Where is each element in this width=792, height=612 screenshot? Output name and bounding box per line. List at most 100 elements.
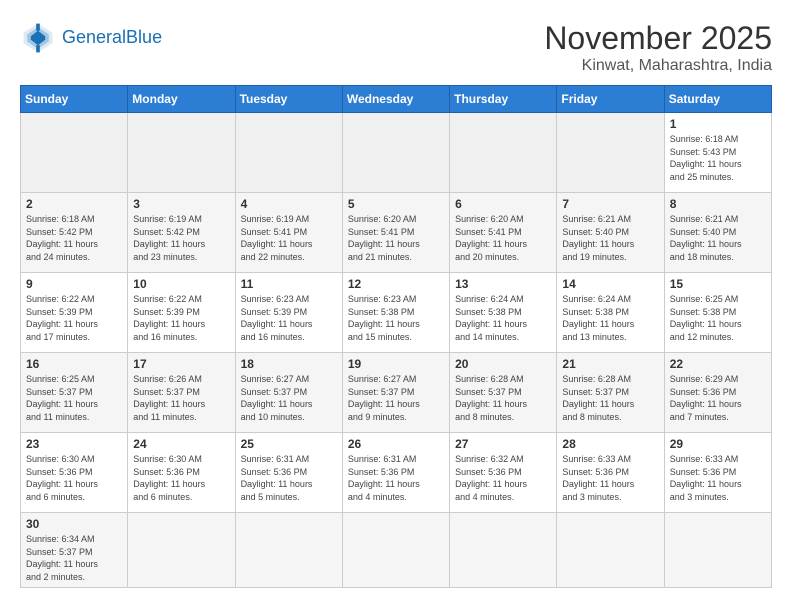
calendar-cell [128, 113, 235, 193]
calendar-cell [342, 113, 449, 193]
day-info: Sunrise: 6:31 AM Sunset: 5:36 PM Dayligh… [348, 453, 444, 503]
day-info: Sunrise: 6:32 AM Sunset: 5:36 PM Dayligh… [455, 453, 551, 503]
day-info: Sunrise: 6:24 AM Sunset: 5:38 PM Dayligh… [455, 293, 551, 343]
logo-blue: Blue [126, 27, 162, 47]
day-number: 3 [133, 197, 229, 211]
day-number: 20 [455, 357, 551, 371]
calendar-cell: 22Sunrise: 6:29 AM Sunset: 5:36 PM Dayli… [664, 353, 771, 433]
calendar-cell: 17Sunrise: 6:26 AM Sunset: 5:37 PM Dayli… [128, 353, 235, 433]
calendar-cell [450, 113, 557, 193]
day-info: Sunrise: 6:30 AM Sunset: 5:36 PM Dayligh… [26, 453, 122, 503]
calendar-cell [664, 513, 771, 588]
page-header: GeneralBlue November 2025 Kinwat, Mahara… [20, 20, 772, 75]
logo-text: GeneralBlue [62, 28, 162, 48]
day-number: 30 [26, 517, 122, 531]
calendar-cell: 1 Sunrise: 6:18 AM Sunset: 5:43 PM Daylig… [664, 113, 771, 193]
day-number: 22 [670, 357, 766, 371]
day-info: Sunrise: 6:27 AM Sunset: 5:37 PM Dayligh… [241, 373, 337, 423]
day-info: Sunrise: 6:21 AM Sunset: 5:40 PM Dayligh… [562, 213, 658, 263]
day-number: 26 [348, 437, 444, 451]
day-info: Sunrise: 6:23 AM Sunset: 5:39 PM Dayligh… [241, 293, 337, 343]
calendar-cell: 2 Sunrise: 6:18 AM Sunset: 5:42 PM Daylig… [21, 193, 128, 273]
calendar-cell: 4Sunrise: 6:19 AM Sunset: 5:41 PM Daylig… [235, 193, 342, 273]
calendar-cell [342, 513, 449, 588]
calendar-cell [21, 113, 128, 193]
day-number: 21 [562, 357, 658, 371]
day-info: Sunrise: 6:26 AM Sunset: 5:37 PM Dayligh… [133, 373, 229, 423]
week-row-0: 1 Sunrise: 6:18 AM Sunset: 5:43 PM Daylig… [21, 113, 772, 193]
calendar-cell [557, 513, 664, 588]
calendar-cell [450, 513, 557, 588]
day-number: 18 [241, 357, 337, 371]
calendar-cell [235, 113, 342, 193]
day-header-wednesday: Wednesday [342, 86, 449, 113]
day-info: Sunrise: 6:30 AM Sunset: 5:36 PM Dayligh… [133, 453, 229, 503]
day-info: Sunrise: 6:20 AM Sunset: 5:41 PM Dayligh… [348, 213, 444, 263]
day-info: Sunrise: 6:33 AM Sunset: 5:36 PM Dayligh… [562, 453, 658, 503]
location: Kinwat, Maharashtra, India [544, 57, 772, 75]
calendar-cell: 19Sunrise: 6:27 AM Sunset: 5:37 PM Dayli… [342, 353, 449, 433]
week-row-3: 16Sunrise: 6:25 AM Sunset: 5:37 PM Dayli… [21, 353, 772, 433]
day-info: Sunrise: 6:18 AM Sunset: 5:43 PM Dayligh… [670, 133, 766, 183]
day-number: 2 [26, 197, 122, 211]
calendar-cell: 25 Sunrise: 6:31 AM Sunset: 5:36 PM Dayli… [235, 433, 342, 513]
day-number: 28 [562, 437, 658, 451]
calendar-cell: 13 Sunrise: 6:24 AM Sunset: 5:38 PM Dayli… [450, 273, 557, 353]
calendar-cell: 24 Sunrise: 6:30 AM Sunset: 5:36 PM Dayli… [128, 433, 235, 513]
day-number: 12 [348, 277, 444, 291]
calendar-cell: 7Sunrise: 6:21 AM Sunset: 5:40 PM Daylig… [557, 193, 664, 273]
calendar-body: 1 Sunrise: 6:18 AM Sunset: 5:43 PM Daylig… [21, 113, 772, 588]
calendar-cell: 27Sunrise: 6:32 AM Sunset: 5:36 PM Dayli… [450, 433, 557, 513]
day-header-saturday: Saturday [664, 86, 771, 113]
logo-icon [20, 20, 56, 56]
day-number: 25 [241, 437, 337, 451]
day-info: Sunrise: 6:27 AM Sunset: 5:37 PM Dayligh… [348, 373, 444, 423]
calendar-cell: 12 Sunrise: 6:23 AM Sunset: 5:38 PM Dayli… [342, 273, 449, 353]
days-header-row: SundayMondayTuesdayWednesdayThursdayFrid… [21, 86, 772, 113]
day-info: Sunrise: 6:22 AM Sunset: 5:39 PM Dayligh… [26, 293, 122, 343]
calendar-cell: 5Sunrise: 6:20 AM Sunset: 5:41 PM Daylig… [342, 193, 449, 273]
logo: GeneralBlue [20, 20, 162, 56]
calendar-cell: 29Sunrise: 6:33 AM Sunset: 5:36 PM Dayli… [664, 433, 771, 513]
calendar-header: SundayMondayTuesdayWednesdayThursdayFrid… [21, 86, 772, 113]
day-header-monday: Monday [128, 86, 235, 113]
week-row-1: 2 Sunrise: 6:18 AM Sunset: 5:42 PM Daylig… [21, 193, 772, 273]
calendar-table: SundayMondayTuesdayWednesdayThursdayFrid… [20, 85, 772, 588]
day-info: Sunrise: 6:28 AM Sunset: 5:37 PM Dayligh… [455, 373, 551, 423]
calendar-cell: 11Sunrise: 6:23 AM Sunset: 5:39 PM Dayli… [235, 273, 342, 353]
calendar-cell: 8Sunrise: 6:21 AM Sunset: 5:40 PM Daylig… [664, 193, 771, 273]
calendar-cell: 30 Sunrise: 6:34 AM Sunset: 5:37 PM Dayli… [21, 513, 128, 588]
day-info: Sunrise: 6:23 AM Sunset: 5:38 PM Dayligh… [348, 293, 444, 343]
day-number: 4 [241, 197, 337, 211]
day-number: 9 [26, 277, 122, 291]
day-info: Sunrise: 6:20 AM Sunset: 5:41 PM Dayligh… [455, 213, 551, 263]
calendar-cell: 10Sunrise: 6:22 AM Sunset: 5:39 PM Dayli… [128, 273, 235, 353]
day-info: Sunrise: 6:18 AM Sunset: 5:42 PM Dayligh… [26, 213, 122, 263]
day-number: 13 [455, 277, 551, 291]
day-info: Sunrise: 6:25 AM Sunset: 5:37 PM Dayligh… [26, 373, 122, 423]
day-info: Sunrise: 6:28 AM Sunset: 5:37 PM Dayligh… [562, 373, 658, 423]
day-info: Sunrise: 6:31 AM Sunset: 5:36 PM Dayligh… [241, 453, 337, 503]
calendar-cell: 23 Sunrise: 6:30 AM Sunset: 5:36 PM Dayli… [21, 433, 128, 513]
day-info: Sunrise: 6:33 AM Sunset: 5:36 PM Dayligh… [670, 453, 766, 503]
day-number: 23 [26, 437, 122, 451]
day-info: Sunrise: 6:19 AM Sunset: 5:42 PM Dayligh… [133, 213, 229, 263]
day-number: 24 [133, 437, 229, 451]
calendar-cell: 28 Sunrise: 6:33 AM Sunset: 5:36 PM Dayli… [557, 433, 664, 513]
calendar-cell: 26 Sunrise: 6:31 AM Sunset: 5:36 PM Dayli… [342, 433, 449, 513]
week-row-4: 23 Sunrise: 6:30 AM Sunset: 5:36 PM Dayli… [21, 433, 772, 513]
day-number: 15 [670, 277, 766, 291]
calendar-cell: 20 Sunrise: 6:28 AM Sunset: 5:37 PM Dayli… [450, 353, 557, 433]
logo-general: General [62, 27, 126, 47]
day-info: Sunrise: 6:22 AM Sunset: 5:39 PM Dayligh… [133, 293, 229, 343]
day-header-friday: Friday [557, 86, 664, 113]
calendar-cell: 6Sunrise: 6:20 AM Sunset: 5:41 PM Daylig… [450, 193, 557, 273]
calendar-cell: 14Sunrise: 6:24 AM Sunset: 5:38 PM Dayli… [557, 273, 664, 353]
day-info: Sunrise: 6:21 AM Sunset: 5:40 PM Dayligh… [670, 213, 766, 263]
calendar-cell: 16Sunrise: 6:25 AM Sunset: 5:37 PM Dayli… [21, 353, 128, 433]
day-info: Sunrise: 6:34 AM Sunset: 5:37 PM Dayligh… [26, 533, 122, 583]
calendar-cell: 21 Sunrise: 6:28 AM Sunset: 5:37 PM Dayli… [557, 353, 664, 433]
calendar-cell: 18 Sunrise: 6:27 AM Sunset: 5:37 PM Dayli… [235, 353, 342, 433]
day-number: 1 [670, 117, 766, 131]
calendar-cell: 3 Sunrise: 6:19 AM Sunset: 5:42 PM Daylig… [128, 193, 235, 273]
